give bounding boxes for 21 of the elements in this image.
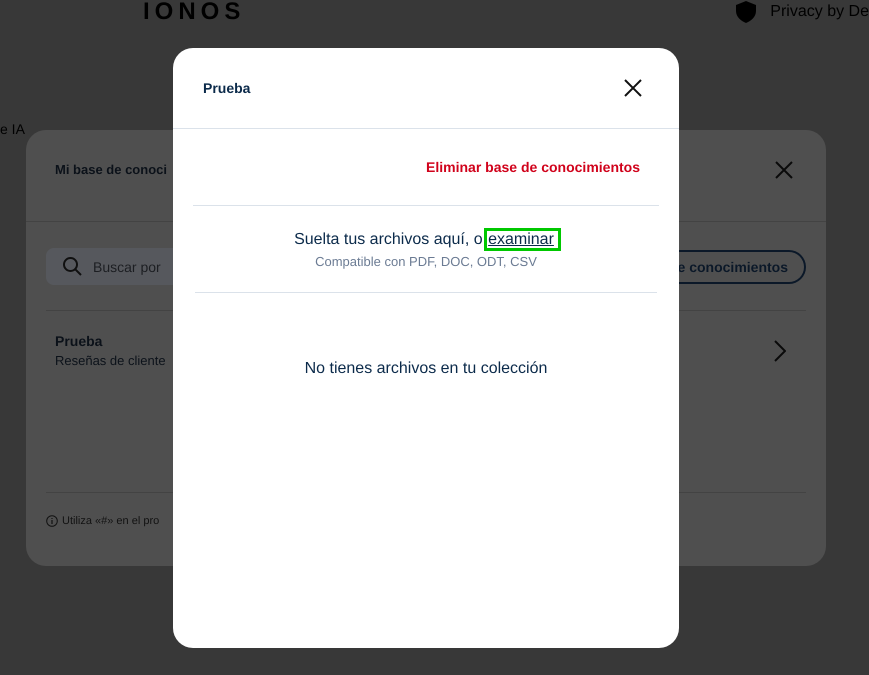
close-icon bbox=[624, 79, 642, 97]
formats-text: Compatible con PDF, DOC, ODT, CSV bbox=[315, 253, 537, 271]
chevron-right-icon[interactable] bbox=[774, 340, 786, 362]
empty-message: No tienes archivos en tu colección bbox=[304, 359, 548, 379]
search-icon bbox=[63, 257, 82, 276]
privacy-link[interactable]: Privacy by De bbox=[770, 2, 869, 22]
shield-icon bbox=[736, 1, 756, 23]
item-title[interactable]: Prueba bbox=[55, 332, 102, 351]
dialog-title: Prueba bbox=[203, 79, 250, 98]
close-button[interactable] bbox=[623, 78, 643, 98]
browse-link[interactable]: examinar bbox=[487, 231, 558, 248]
close-icon bbox=[775, 161, 793, 179]
page-text: e IA bbox=[0, 121, 25, 138]
delete-link[interactable]: Eliminar base de conocimientos bbox=[426, 159, 640, 175]
logo: IONOS bbox=[143, 1, 246, 23]
hint-text: Utiliza «#» en el pro bbox=[62, 514, 160, 528]
dropzone-text: Suelta tus archivos aquí, o examinar bbox=[294, 229, 558, 251]
info-icon bbox=[46, 515, 58, 527]
dialog-title: Mi base de conoci bbox=[55, 161, 167, 179]
search-field[interactable]: Buscar por bbox=[46, 248, 173, 285]
item-description: Reseñas de cliente bbox=[55, 352, 166, 370]
